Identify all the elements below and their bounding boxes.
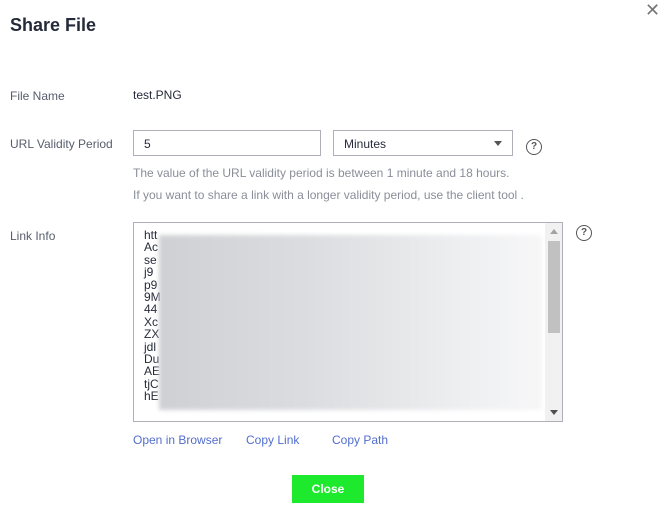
validity-input[interactable]: 5 [133, 130, 321, 156]
validity-label: URL Validity Period [10, 137, 113, 151]
unit-select[interactable]: Minutes [333, 130, 513, 156]
copy-link-link[interactable]: Copy Link [246, 433, 299, 447]
close-button[interactable]: Close [292, 475, 364, 503]
chevron-down-icon [494, 141, 502, 146]
file-name-value: test.PNG [133, 88, 182, 102]
open-in-browser-link[interactable]: Open in Browser [133, 433, 222, 447]
link-info-label: Link Info [10, 229, 56, 243]
client-tool-hint: If you want to share a link with a longe… [133, 188, 524, 202]
close-icon[interactable]: ✕ [645, 0, 660, 21]
file-name-label: File Name [10, 89, 65, 103]
scroll-up-icon[interactable] [550, 229, 558, 234]
copy-path-link[interactable]: Copy Path [332, 433, 388, 447]
redaction-blur [159, 235, 542, 410]
help-icon[interactable]: ? [526, 139, 542, 155]
scroll-down-icon[interactable] [550, 410, 558, 415]
scrollbar-thumb[interactable] [548, 241, 560, 333]
unit-value: Minutes [344, 137, 387, 151]
link-info-textarea[interactable]: htt Ac se j9 p9 9M 44 Xc ZX jdl Du AE tjC hE [133, 222, 563, 422]
dialog-title: Share File [10, 15, 97, 35]
validity-hint: The value of the URL validity period is … [133, 166, 510, 180]
link-help-icon[interactable]: ? [576, 225, 592, 241]
scrollbar[interactable] [545, 223, 562, 421]
